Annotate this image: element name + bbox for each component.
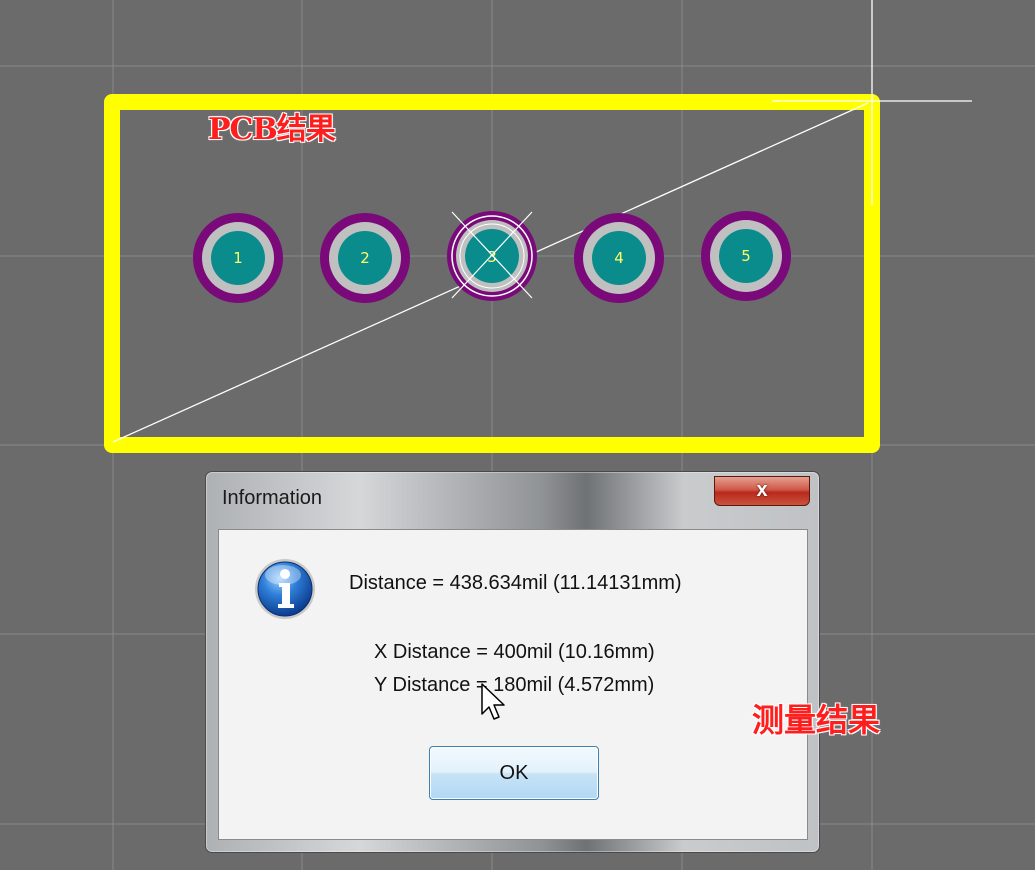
mouse-pointer-icon — [481, 683, 505, 720]
distance-message: Distance = 438.634mil (11.14131mm) — [349, 572, 682, 594]
info-icon — [255, 559, 315, 619]
pad-number: 4 — [614, 249, 624, 267]
dialog-title: Information — [222, 487, 323, 509]
close-button[interactable]: x — [714, 476, 810, 506]
dialog-body: Distance = 438.634mil (11.14131mm) X Dis… — [218, 529, 808, 840]
information-dialog: Information x Distance = 438.634mil (11.… — [205, 471, 820, 853]
pad-number: 1 — [233, 249, 243, 267]
pad-1[interactable]: 1 — [193, 213, 283, 303]
pad-5[interactable]: 5 — [701, 211, 791, 301]
measure-result-annotation: 测量结果 — [752, 701, 881, 739]
pad-2[interactable]: 2 — [320, 213, 410, 303]
ok-button[interactable]: OK — [429, 746, 599, 800]
y-distance-message: Y Distance = 180mil (4.572mm) — [374, 674, 655, 696]
close-icon: x — [756, 479, 768, 501]
pad-4[interactable]: 4 — [574, 213, 664, 303]
x-distance-message: X Distance = 400mil (10.16mm) — [374, 641, 655, 663]
pcb-result-annotation: PCB结果 — [208, 112, 336, 147]
pad-number: 5 — [741, 247, 751, 265]
pad-3[interactable]: 3 — [447, 211, 537, 301]
pad-number: 2 — [360, 249, 370, 267]
